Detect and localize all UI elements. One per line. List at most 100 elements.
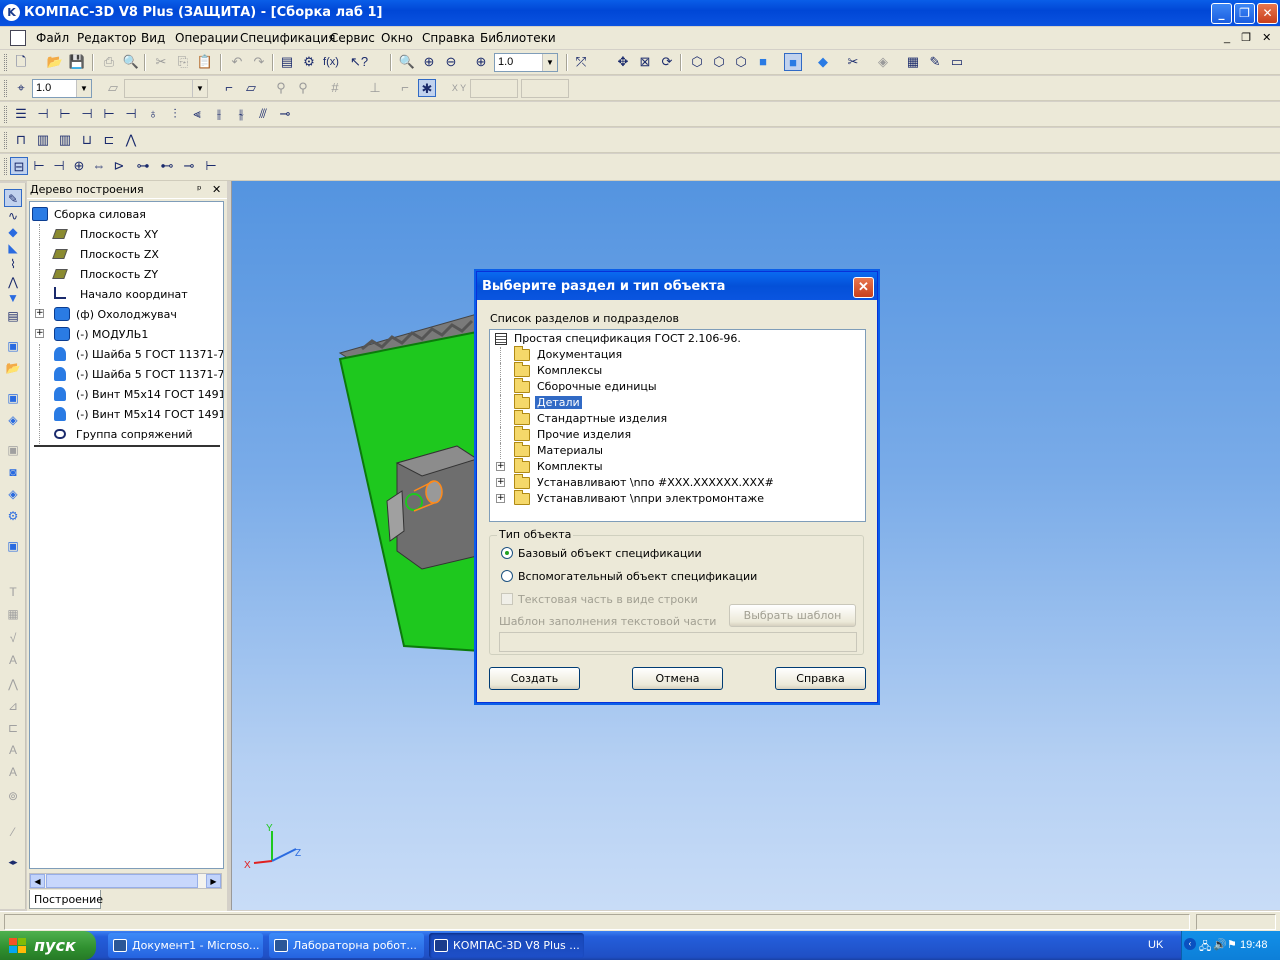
spec-root[interactable]: Простая спецификация ГОСТ 2.106-96. [490, 331, 860, 347]
section-item[interactable]: Прочие изделия [490, 426, 860, 443]
scroll-right-icon[interactable]: ▶ [206, 874, 221, 888]
tree-root[interactable]: Сборка силовая [30, 204, 220, 224]
library-icon[interactable]: ⚙ [4, 507, 22, 525]
misc-icon[interactable]: ⁄ [4, 823, 22, 841]
cut-icon[interactable]: ✂ [152, 53, 170, 71]
new-file-icon[interactable]: 🗋 [12, 53, 30, 71]
filter-icon[interactable]: ▼ [4, 289, 22, 307]
copy-icon[interactable]: ⎘ [174, 53, 192, 71]
part-array-icon[interactable]: ⊓ [12, 131, 30, 149]
menu-operations[interactable]: Операции [175, 31, 238, 45]
text-icon[interactable]: T [4, 583, 22, 601]
expand-arrows-icon[interactable]: ◂▸ [4, 853, 22, 871]
toolbar-grip[interactable] [4, 54, 7, 71]
toolbar-grip[interactable] [4, 132, 7, 149]
radio-base-label[interactable]: Базовый объект спецификации [518, 547, 702, 560]
layer-combo[interactable]: ▼ [124, 79, 208, 98]
create-button[interactable]: Создать [489, 667, 580, 690]
section-item[interactable]: Сборочные единицы [490, 378, 860, 395]
tree-node[interactable]: Плоскость XY [30, 224, 223, 244]
tree-node[interactable]: + (-) МОДУЛЬ1 [30, 324, 223, 344]
menu-edit[interactable]: Редактор [77, 31, 136, 45]
radio-aux-label[interactable]: Вспомогательный объект спецификации [518, 570, 757, 583]
scroll-thumb[interactable] [46, 874, 198, 888]
expand-plus-icon[interactable]: + [496, 478, 505, 487]
document-window-controls[interactable]: _ ❐ ✕ [1224, 31, 1275, 44]
menu-view[interactable]: Вид [141, 31, 165, 45]
symbol-icon[interactable]: ⊚ [4, 787, 22, 805]
save-icon[interactable]: 💾 [68, 53, 86, 71]
menu-help[interactable]: Справка [422, 31, 475, 45]
orientation-icon[interactable]: ⤱ [572, 53, 590, 71]
toolbar-grip[interactable] [4, 158, 7, 175]
rotate-icon[interactable]: ⟳ [658, 53, 676, 71]
dialog-close-button[interactable]: ✕ [853, 277, 874, 298]
edit-spec-icon[interactable]: ✎ [926, 53, 944, 71]
template-input[interactable] [499, 632, 857, 652]
array-circle-icon[interactable]: ▥ [56, 131, 74, 149]
mate-perpendicular-icon[interactable]: ⊣ [78, 105, 96, 123]
chevron-down-icon[interactable]: ▼ [542, 54, 557, 71]
help-pointer-icon[interactable]: ↖? [350, 53, 368, 71]
choose-template-button[interactable]: Выбрать шаблон [729, 604, 856, 627]
section-icon[interactable]: ✂ [844, 53, 862, 71]
help-button[interactable]: Справка [775, 667, 866, 690]
dim-leader-icon[interactable]: ⊳ [110, 157, 128, 175]
section-item[interactable]: + Устанавливают \nпо #XXX.XXXXXX.XXX# [490, 474, 860, 491]
shaded-edges-icon[interactable]: ■ [784, 53, 802, 71]
insert-icon[interactable]: ◈ [4, 485, 22, 503]
pan-icon[interactable]: ✥ [614, 53, 632, 71]
display-icon[interactable]: ▭ [948, 53, 966, 71]
section-item[interactable]: Документация [490, 346, 860, 363]
text-part-checkbox[interactable] [501, 593, 513, 605]
wireframe-icon[interactable]: ⬡ [688, 53, 706, 71]
cancel-button[interactable]: Отмена [632, 667, 723, 690]
redo-icon[interactable]: ↷ [250, 53, 268, 71]
expand-plus-icon[interactable]: + [35, 309, 44, 318]
volume-icon[interactable]: 🔊 [1213, 938, 1227, 951]
menu-window[interactable]: Окно [381, 31, 413, 45]
tree-node[interactable]: (-) Шайба 5 ГОСТ 11371-78 [30, 364, 223, 384]
start-button[interactable]: пуск [0, 931, 96, 960]
tree-node[interactable]: Группа сопряжений [30, 424, 223, 444]
fix-icon[interactable]: ◙ [4, 463, 22, 481]
toolbar-grip[interactable] [4, 106, 7, 123]
array-curve-icon[interactable]: ⊔ [78, 131, 96, 149]
part-icon[interactable]: ▣ [4, 337, 22, 355]
menu-specification[interactable]: Спецификация [240, 31, 335, 45]
tab-build[interactable]: Построение [29, 890, 103, 909]
section-item[interactable]: Материалы [490, 442, 860, 459]
move-component-icon[interactable]: ◈ [4, 411, 22, 429]
ortho-icon[interactable]: ⊥ [366, 79, 384, 97]
variables-icon[interactable]: f(x) [322, 53, 340, 71]
dim-radius-icon[interactable]: ⊕ [70, 157, 88, 175]
step-icon[interactable]: ⌖ [12, 79, 30, 97]
mate-parallel-icon[interactable]: ⊢ [56, 105, 74, 123]
document-icon[interactable] [10, 30, 26, 46]
snap-icon[interactable]: ⚲ [272, 79, 290, 97]
mates-icon[interactable]: ⌇ [4, 255, 22, 273]
section-item[interactable]: Стандартные изделия [490, 410, 860, 427]
language-indicator[interactable]: UK [1148, 939, 1163, 951]
annotation-icon[interactable]: A [4, 741, 22, 759]
leader-icon[interactable]: A [4, 763, 22, 781]
table-icon[interactable]: ▦ [4, 605, 22, 623]
mate-depend-icon[interactable]: ⫳ [232, 105, 250, 123]
mate-fix-icon[interactable]: ⊸ [276, 105, 294, 123]
dim-height-icon[interactable]: ⊸ [180, 157, 198, 175]
scroll-left-icon[interactable]: ◀ [30, 874, 45, 888]
dim-break-icon[interactable]: ⊢ [202, 157, 220, 175]
tree-scrollbar[interactable]: ◀ ▶ [29, 873, 222, 889]
expand-plus-icon[interactable]: + [35, 329, 44, 338]
section-item[interactable]: Детали [490, 394, 860, 411]
maximize-button[interactable]: ❐ [1234, 3, 1255, 24]
dim-base-icon[interactable]: ⊶ [134, 157, 152, 175]
frame-icon[interactable]: ⊏ [4, 719, 22, 737]
spec-panel-icon[interactable]: ▤ [4, 307, 22, 325]
manager-icon[interactable]: ▤ [278, 53, 296, 71]
sections-tree[interactable]: Простая спецификация ГОСТ 2.106-96. Доку… [489, 329, 866, 522]
mate-concentric-icon[interactable]: ⊣ [122, 105, 140, 123]
mate-distance-icon[interactable]: ♁ [144, 105, 162, 123]
expand-plus-icon[interactable]: + [496, 462, 505, 471]
zoom-out-icon[interactable]: ⊖ [442, 53, 460, 71]
